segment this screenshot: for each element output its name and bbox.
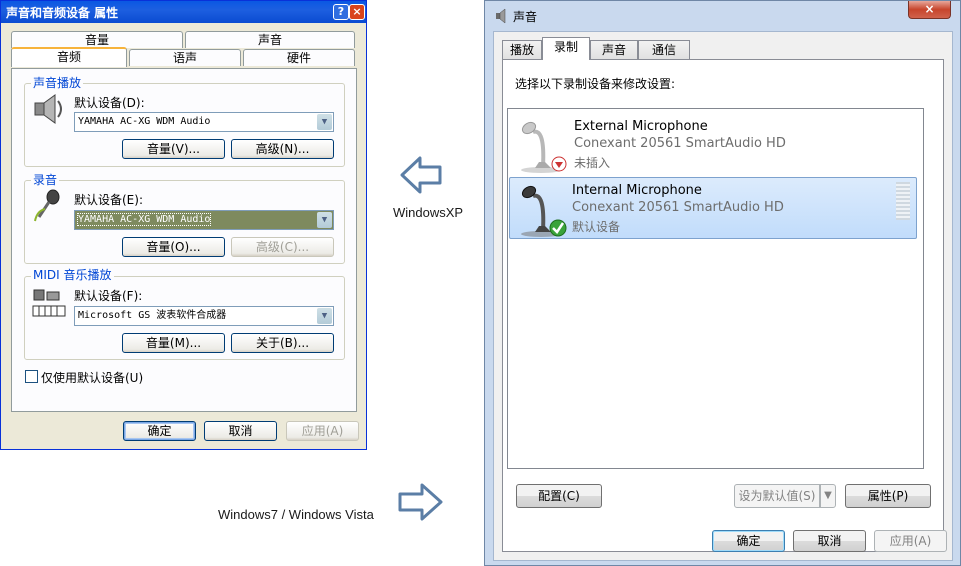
ok-button[interactable]: 确定 [123,421,196,441]
properties-button[interactable]: 属性(P) [845,484,931,508]
midi-default-device-label: 默认设备(F): [74,289,143,303]
device-name: Internal Microphone [572,183,702,198]
device-driver: Conexant 20561 SmartAudio HD [574,136,786,151]
midi-volume-button[interactable]: 音量(M)... [122,333,225,353]
playback-advanced-button[interactable]: 高级(N)... [231,139,334,159]
tab-sounds[interactable]: 声音 [185,31,355,48]
device-driver: Conexant 20561 SmartAudio HD [572,200,784,215]
recording-device-combo[interactable]: YAMAHA AC-XG WDM Audio ▼ [74,210,334,230]
midi-device-combo[interactable]: Microsoft GS 波表软件合成器 ▼ [74,306,334,326]
microphone-icon [34,189,60,222]
tab-recording[interactable]: 录制 [542,37,590,60]
w7-dialog-title: 声音 [513,10,538,24]
cancel-button[interactable]: 取消 [204,421,277,441]
configure-button[interactable]: 配置(C) [516,484,602,508]
device-status: 未插入 [574,156,611,170]
speaker-icon [34,94,62,124]
cancel-button[interactable]: 取消 [793,530,866,552]
recording-device-value: YAMAHA AC-XG WDM Audio [76,213,212,226]
xp-sound-properties-dialog: 声音和音频设备 属性 ? × 音量 声音 音频 语声 硬件 声音播放 默认设备(… [0,0,367,450]
tab-playback[interactable]: 播放 [502,40,542,60]
ok-button[interactable]: 确定 [712,530,785,552]
close-button[interactable]: × [908,1,951,19]
playback-device-combo[interactable]: YAMAHA AC-XG WDM Audio ▼ [74,112,334,132]
playback-volume-button[interactable]: 音量(V)... [122,139,225,159]
w7-sound-dialog: 声音 × 播放 录制 声音 通信 选择以下录制设备来修改设置: External… [484,0,961,566]
level-meter [896,182,910,220]
list-item[interactable]: Internal Microphone Conexant 20561 Smart… [509,177,917,239]
recording-device-list[interactable]: External Microphone Conexant 20561 Smart… [507,108,924,469]
sound-playback-label: 声音播放 [31,76,84,90]
chevron-down-icon[interactable]: ▼ [317,308,332,324]
microphone-icon [521,185,567,237]
apply-button[interactable]: 应用(A) [874,530,947,552]
playback-device-value: YAMAHA AC-XG WDM Audio [78,116,211,127]
midi-device-value: Microsoft GS 波表软件合成器 [78,310,227,321]
arrow-right-icon [398,483,443,521]
tab-voice[interactable]: 语声 [129,49,241,66]
tab-hardware[interactable]: 硬件 [243,49,355,66]
set-default-dropdown[interactable]: ▼ [820,484,836,508]
microphone-icon [521,121,567,173]
tab-sounds[interactable]: 声音 [590,40,638,60]
midi-keyboard-icon [32,289,66,317]
sound-app-icon [496,8,506,24]
recording-advanced-button[interactable]: 高级(C)... [231,237,334,257]
instruction-text: 选择以下录制设备来修改设置: [515,77,676,91]
device-status: 默认设备 [572,220,621,234]
apply-button[interactable]: 应用(A) [286,421,359,441]
only-default-checkbox[interactable] [25,370,38,383]
playback-default-device-label: 默认设备(D): [74,96,145,110]
recording-label: 录音 [31,173,60,187]
only-default-label: 仅使用默认设备(U) [41,371,144,385]
chevron-down-icon: ▼ [824,490,832,501]
tab-communications[interactable]: 通信 [638,40,690,60]
tab-audio[interactable]: 音频 [11,47,127,67]
tab-volume[interactable]: 音量 [11,31,183,48]
xp-dialog-title: 声音和音频设备 属性 [6,6,119,20]
close-button[interactable]: × [349,4,365,20]
chevron-down-icon[interactable]: ▼ [317,212,332,228]
list-item[interactable]: External Microphone Conexant 20561 Smart… [511,114,919,176]
midi-about-button[interactable]: 关于(B)... [231,333,334,353]
windows7-vista-caption: Windows7 / Windows Vista [218,507,374,522]
device-name: External Microphone [574,119,708,134]
arrow-left-icon [400,156,442,194]
help-button[interactable]: ? [333,4,349,20]
midi-playback-label: MIDI 音乐播放 [31,268,114,282]
windowsxp-caption: WindowsXP [393,205,464,220]
recording-default-device-label: 默认设备(E): [74,193,143,207]
chevron-down-icon[interactable]: ▼ [317,114,332,130]
w7-dialog-body: 播放 录制 声音 通信 选择以下录制设备来修改设置: External Micr… [493,31,953,561]
recording-volume-button[interactable]: 音量(O)... [122,237,225,257]
set-default-button[interactable]: 设为默认值(S) [734,484,820,508]
